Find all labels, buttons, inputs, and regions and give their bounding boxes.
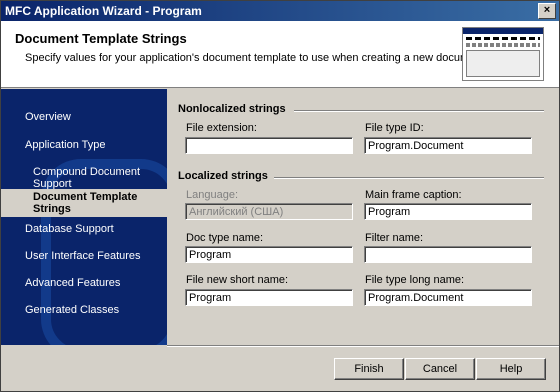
sidebar-item-label: Database Support — [25, 223, 114, 235]
sidebar-item-label: User Interface Features — [25, 250, 141, 262]
main-frame-caption-label: Main frame caption: — [365, 189, 462, 201]
header-panel: Document Template Strings Specify values… — [1, 21, 559, 88]
help-button[interactable]: Help — [476, 358, 546, 380]
localized-heading: Localized strings — [178, 170, 268, 182]
file-type-id-field[interactable] — [364, 137, 532, 154]
sidebar-item-label: Document Template — [33, 191, 138, 203]
language-label: Language: — [186, 189, 238, 201]
sidebar-item-advanced-features[interactable]: Advanced Features — [1, 273, 167, 295]
page-description: Specify values for your application's do… — [25, 52, 488, 64]
doc-type-name-field[interactable] — [185, 246, 353, 263]
group-divider — [294, 110, 544, 112]
file-new-short-name-label: File new short name: — [186, 274, 289, 286]
cancel-button[interactable]: Cancel — [405, 358, 475, 380]
footer-divider — [167, 345, 559, 347]
finish-button[interactable]: Finish — [334, 358, 404, 380]
sidebar-item-label: Advanced Features — [25, 277, 121, 289]
sidebar: Overview Application Type Compound Docum… — [1, 89, 167, 345]
filter-name-label: Filter name: — [365, 232, 424, 244]
sidebar-item-label: Strings — [33, 203, 71, 215]
content-panel: Nonlocalized strings File extension: Fil… — [168, 89, 558, 345]
sidebar-item-label: Compound Document Support — [33, 166, 141, 190]
sidebar-item-label: Generated Classes — [25, 304, 120, 316]
file-extension-field[interactable] — [185, 137, 353, 154]
sidebar-item-database-support[interactable]: Database Support — [1, 219, 167, 241]
language-field — [185, 203, 353, 220]
wizard-window: MFC Application Wizard - Program × Docum… — [0, 0, 560, 392]
group-divider — [274, 177, 544, 179]
sidebar-item-user-interface-features[interactable]: User Interface Features — [1, 246, 167, 268]
sidebar-item-overview[interactable]: Overview — [1, 107, 167, 129]
sidebar-item-compound-document-support[interactable]: Compound Document Support — [1, 162, 167, 190]
filter-name-field[interactable] — [364, 246, 532, 263]
wizard-preview-icon — [462, 27, 544, 81]
file-extension-label: File extension: — [186, 122, 257, 134]
close-icon[interactable]: × — [538, 3, 556, 19]
page-title: Document Template Strings — [15, 31, 187, 46]
window-title: MFC Application Wizard - Program — [5, 4, 202, 18]
main-frame-caption-field[interactable] — [364, 203, 532, 220]
file-type-id-label: File type ID: — [365, 122, 424, 134]
doc-type-name-label: Doc type name: — [186, 232, 264, 244]
sidebar-item-label: Application Type — [25, 139, 106, 151]
sidebar-item-label: Overview — [25, 111, 71, 123]
file-type-long-name-label: File type long name: — [365, 274, 465, 286]
file-new-short-name-field[interactable] — [185, 289, 353, 306]
sidebar-item-generated-classes[interactable]: Generated Classes — [1, 300, 167, 322]
title-bar[interactable]: MFC Application Wizard - Program × — [1, 1, 559, 21]
sidebar-item-document-template-strings[interactable]: Document Template Strings — [1, 189, 167, 217]
nonlocalized-heading: Nonlocalized strings — [178, 103, 286, 115]
file-type-long-name-field[interactable] — [364, 289, 532, 306]
sidebar-item-application-type[interactable]: Application Type — [1, 135, 167, 157]
